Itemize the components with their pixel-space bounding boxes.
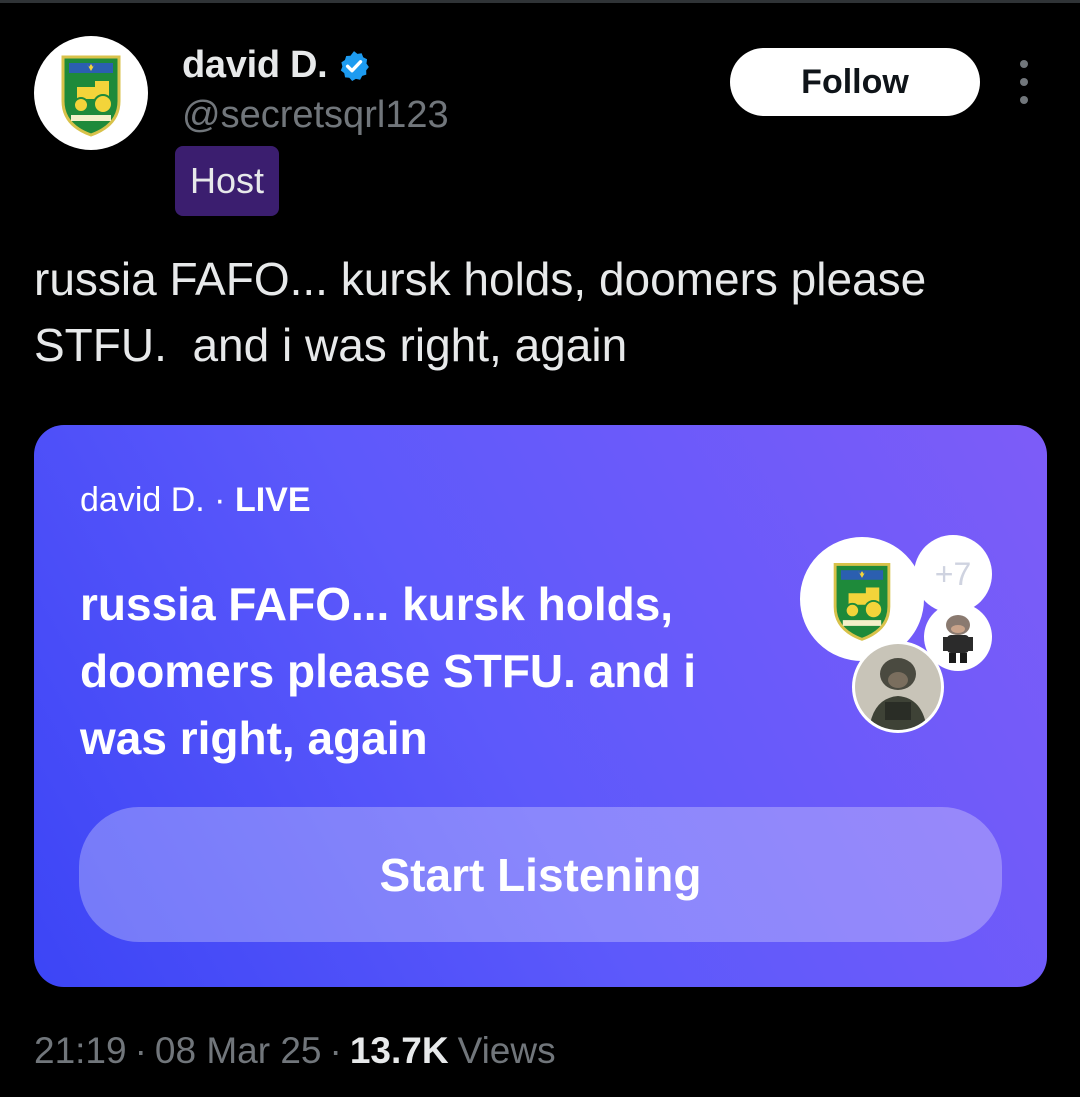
views-count[interactable]: 13.7K bbox=[350, 1030, 449, 1072]
live-status: LIVE bbox=[234, 481, 311, 519]
verified-badge-icon bbox=[341, 50, 370, 81]
footer-separator: · bbox=[134, 1030, 147, 1071]
tweet-footer: 21:19 · 08 Mar 25 · 13.7K Views bbox=[34, 1030, 556, 1072]
more-options-icon[interactable] bbox=[1004, 60, 1044, 104]
author-name-row: david D. bbox=[182, 44, 371, 87]
dot bbox=[1020, 78, 1028, 86]
extra-listeners-count: +7 bbox=[914, 535, 992, 613]
meta-separator: · bbox=[204, 481, 235, 519]
listener-avatar bbox=[852, 641, 944, 733]
space-card[interactable]: david D. · LIVE russia FAFO... kursk hol… bbox=[34, 425, 1047, 987]
tractor-emblem-icon bbox=[61, 55, 121, 137]
author-handle[interactable]: @secretsqrl123 bbox=[182, 94, 449, 137]
top-divider bbox=[0, 0, 1080, 3]
space-host-name: david D. bbox=[80, 481, 205, 519]
tweet-date[interactable]: 08 Mar 25 bbox=[155, 1030, 322, 1072]
dot bbox=[1020, 60, 1028, 68]
author-avatar[interactable] bbox=[34, 36, 148, 150]
host-badge: Host bbox=[175, 146, 279, 216]
footer-separator: · bbox=[329, 1030, 342, 1071]
character-figure-icon bbox=[943, 615, 973, 663]
dot bbox=[1020, 96, 1028, 104]
space-meta: david D. · LIVE bbox=[80, 481, 311, 520]
tweet-text: russia FAFO... kursk holds, doomers plea… bbox=[34, 253, 940, 371]
author-display-name[interactable]: david D. bbox=[182, 44, 328, 87]
start-listening-button[interactable]: Start Listening bbox=[79, 807, 1002, 942]
views-label: Views bbox=[457, 1030, 556, 1071]
space-title: russia FAFO... kursk holds, doomers plea… bbox=[80, 578, 697, 764]
tractor-emblem-icon bbox=[833, 563, 891, 641]
listener-avatars: +7 bbox=[798, 533, 1018, 743]
follow-button[interactable]: Follow bbox=[730, 48, 980, 116]
tweet-time[interactable]: 21:19 bbox=[34, 1030, 127, 1072]
soldier-photo-icon bbox=[855, 644, 941, 730]
